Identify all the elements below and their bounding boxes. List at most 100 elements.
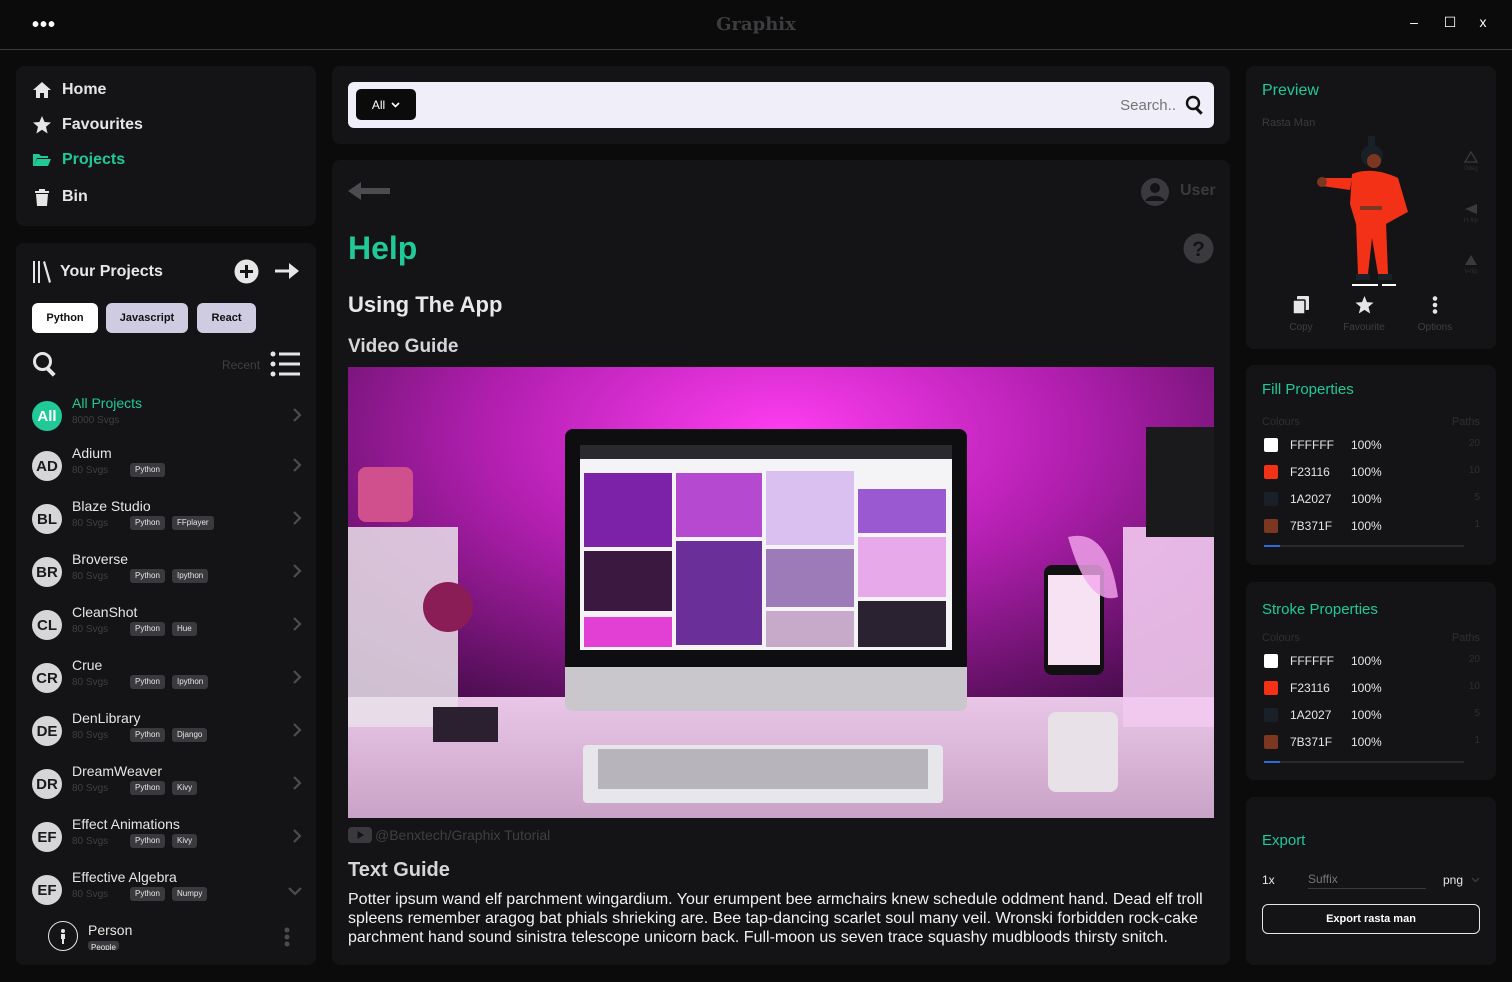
folder-open-icon bbox=[33, 154, 51, 166]
project-row[interactable]: BR Broverse 80 Svgs Python Ipython bbox=[32, 551, 302, 595]
path-count: 10 bbox=[1468, 681, 1480, 692]
search-filter-dropdown[interactable]: All bbox=[356, 89, 416, 120]
library-icon bbox=[32, 259, 52, 290]
user-avatar-icon[interactable] bbox=[1140, 177, 1170, 212]
stroke-color-row[interactable]: 7B371F 100% 1 bbox=[1264, 733, 1484, 753]
help-icon[interactable]: ? bbox=[1183, 233, 1214, 269]
chevron-right-icon[interactable] bbox=[293, 773, 302, 796]
fill-color-row[interactable]: FFFFFF 100% 20 bbox=[1264, 436, 1484, 456]
color-hex: F23116 bbox=[1290, 681, 1330, 695]
search-submit-button[interactable] bbox=[1185, 95, 1205, 120]
color-swatch[interactable] bbox=[1264, 465, 1278, 479]
maximize-button[interactable]: ☐ bbox=[1440, 14, 1460, 31]
projects-title: Your Projects bbox=[60, 263, 163, 280]
video-caption[interactable]: @Benxtech/Graphix Tutorial bbox=[375, 827, 550, 843]
stroke-scrollbar[interactable] bbox=[1264, 761, 1464, 763]
sub-item-name[interactable]: Person bbox=[88, 922, 132, 938]
export-button[interactable]: Export rasta man bbox=[1262, 904, 1480, 934]
stroke-color-row[interactable]: FFFFFF 100% 20 bbox=[1264, 652, 1484, 672]
nav-item-bin[interactable]: Bin bbox=[32, 187, 88, 207]
fill-scrollbar[interactable] bbox=[1264, 545, 1464, 547]
nav-item-home[interactable]: Home bbox=[32, 80, 106, 100]
chip-python[interactable]: Python bbox=[32, 303, 98, 333]
project-avatar: DE bbox=[32, 716, 62, 746]
svg-text:?: ? bbox=[1192, 238, 1205, 261]
close-button[interactable]: x bbox=[1473, 14, 1493, 30]
minimize-button[interactable]: – bbox=[1404, 14, 1424, 30]
project-row[interactable]: CR Crue 80 Svgs Python Ipython bbox=[32, 657, 302, 701]
title-bar: ••• Graphix – ☐ x bbox=[0, 0, 1512, 50]
fill-color-row[interactable]: 7B371F 100% 1 bbox=[1264, 517, 1484, 537]
nav-item-projects[interactable]: Projects bbox=[32, 150, 125, 170]
stroke-color-row[interactable]: 1A2027 100% 5 bbox=[1264, 706, 1484, 726]
list-view-button[interactable] bbox=[270, 351, 300, 382]
color-swatch[interactable] bbox=[1264, 654, 1278, 668]
fill-properties-panel: Fill Properties Colours Paths FFFFFF 100%… bbox=[1246, 365, 1496, 565]
project-tag: FFplayer bbox=[172, 516, 214, 530]
chevron-right-icon[interactable] bbox=[293, 826, 302, 849]
nav-label: Home bbox=[62, 81, 107, 98]
color-swatch[interactable] bbox=[1264, 438, 1278, 452]
project-avatar: CL bbox=[32, 610, 62, 640]
project-tag: Python bbox=[130, 516, 165, 530]
color-swatch[interactable] bbox=[1264, 708, 1278, 722]
project-row[interactable]: EF Effect Animations 80 Svgs Python Kivy bbox=[32, 816, 302, 860]
fill-colours-header: Colours bbox=[1262, 416, 1300, 428]
project-avatar: EF bbox=[32, 822, 62, 852]
options-button[interactable]: Options bbox=[1408, 296, 1462, 333]
fill-color-row[interactable]: F23116 100% 10 bbox=[1264, 463, 1484, 483]
color-swatch[interactable] bbox=[1264, 735, 1278, 749]
chevron-right-icon[interactable] bbox=[293, 614, 302, 637]
search-input[interactable] bbox=[428, 90, 1176, 120]
color-swatch[interactable] bbox=[1264, 492, 1278, 506]
project-search-button[interactable] bbox=[32, 351, 58, 382]
project-row[interactable]: CL CleanShot 80 Svgs Python Hue bbox=[32, 604, 302, 648]
options-label: Options bbox=[1417, 322, 1453, 333]
chevron-right-icon[interactable] bbox=[293, 405, 302, 428]
add-project-button[interactable] bbox=[234, 259, 259, 289]
chevron-right-icon[interactable] bbox=[293, 561, 302, 584]
project-row[interactable]: EF Effective Algebra 80 Svgs Python Numpy bbox=[32, 869, 302, 913]
export-format-dropdown[interactable]: png bbox=[1443, 873, 1480, 887]
chevron-down-icon[interactable] bbox=[288, 879, 302, 902]
chip-javascript[interactable]: Javascript bbox=[106, 303, 188, 333]
stroke-scrollbar-thumb[interactable] bbox=[1264, 761, 1280, 763]
chevron-right-icon[interactable] bbox=[293, 508, 302, 531]
video-player[interactable] bbox=[348, 367, 1214, 818]
project-tag: Numpy bbox=[172, 887, 208, 901]
color-swatch[interactable] bbox=[1264, 681, 1278, 695]
color-swatch[interactable] bbox=[1264, 519, 1278, 533]
favourite-button[interactable]: Favourite bbox=[1336, 296, 1392, 333]
arrow-right-icon bbox=[275, 263, 299, 279]
preview-title: Preview bbox=[1262, 82, 1319, 99]
project-row[interactable]: All All Projects 8000 Svgs bbox=[32, 395, 302, 439]
back-button[interactable] bbox=[348, 180, 390, 207]
fill-color-row[interactable]: 1A2027 100% 5 bbox=[1264, 490, 1484, 510]
project-row[interactable]: DE DenLibrary 80 Svgs Python Django bbox=[32, 710, 302, 754]
stroke-paths-header: Paths bbox=[1451, 632, 1480, 644]
nav-label: Favourites bbox=[62, 116, 143, 133]
export-suffix-input[interactable] bbox=[1308, 869, 1426, 889]
project-svg-count: 80 Svgs bbox=[72, 836, 109, 847]
user-label[interactable]: User bbox=[1180, 182, 1216, 200]
project-row[interactable]: BL Blaze Studio 80 Svgs Python FFplayer bbox=[32, 498, 302, 542]
fill-scrollbar-thumb[interactable] bbox=[1264, 545, 1280, 547]
path-count: 20 bbox=[1468, 438, 1480, 449]
project-row[interactable]: DR DreamWeaver 80 Svgs Python Kivy bbox=[32, 763, 302, 807]
chip-react[interactable]: React bbox=[197, 303, 256, 333]
flip-vertical-icon bbox=[1465, 255, 1477, 265]
open-projects-button[interactable] bbox=[275, 263, 299, 284]
sub-item-options-button[interactable] bbox=[284, 927, 290, 952]
export-scale-select[interactable]: 1x bbox=[1262, 873, 1275, 887]
chevron-right-icon[interactable] bbox=[293, 455, 302, 478]
copy-button[interactable]: Copy bbox=[1276, 296, 1326, 333]
sort-label[interactable]: Recent bbox=[222, 358, 260, 372]
stroke-color-row[interactable]: F23116 100% 10 bbox=[1264, 679, 1484, 699]
project-name: All Projects bbox=[72, 395, 143, 411]
color-hex: 1A2027 bbox=[1290, 492, 1332, 506]
fill-title: Fill Properties bbox=[1262, 381, 1354, 398]
project-row[interactable]: AD Adium 80 Svgs Python bbox=[32, 445, 302, 489]
chevron-right-icon[interactable] bbox=[293, 667, 302, 690]
chevron-right-icon[interactable] bbox=[293, 720, 302, 743]
nav-item-favourites[interactable]: Favourites bbox=[32, 115, 143, 135]
